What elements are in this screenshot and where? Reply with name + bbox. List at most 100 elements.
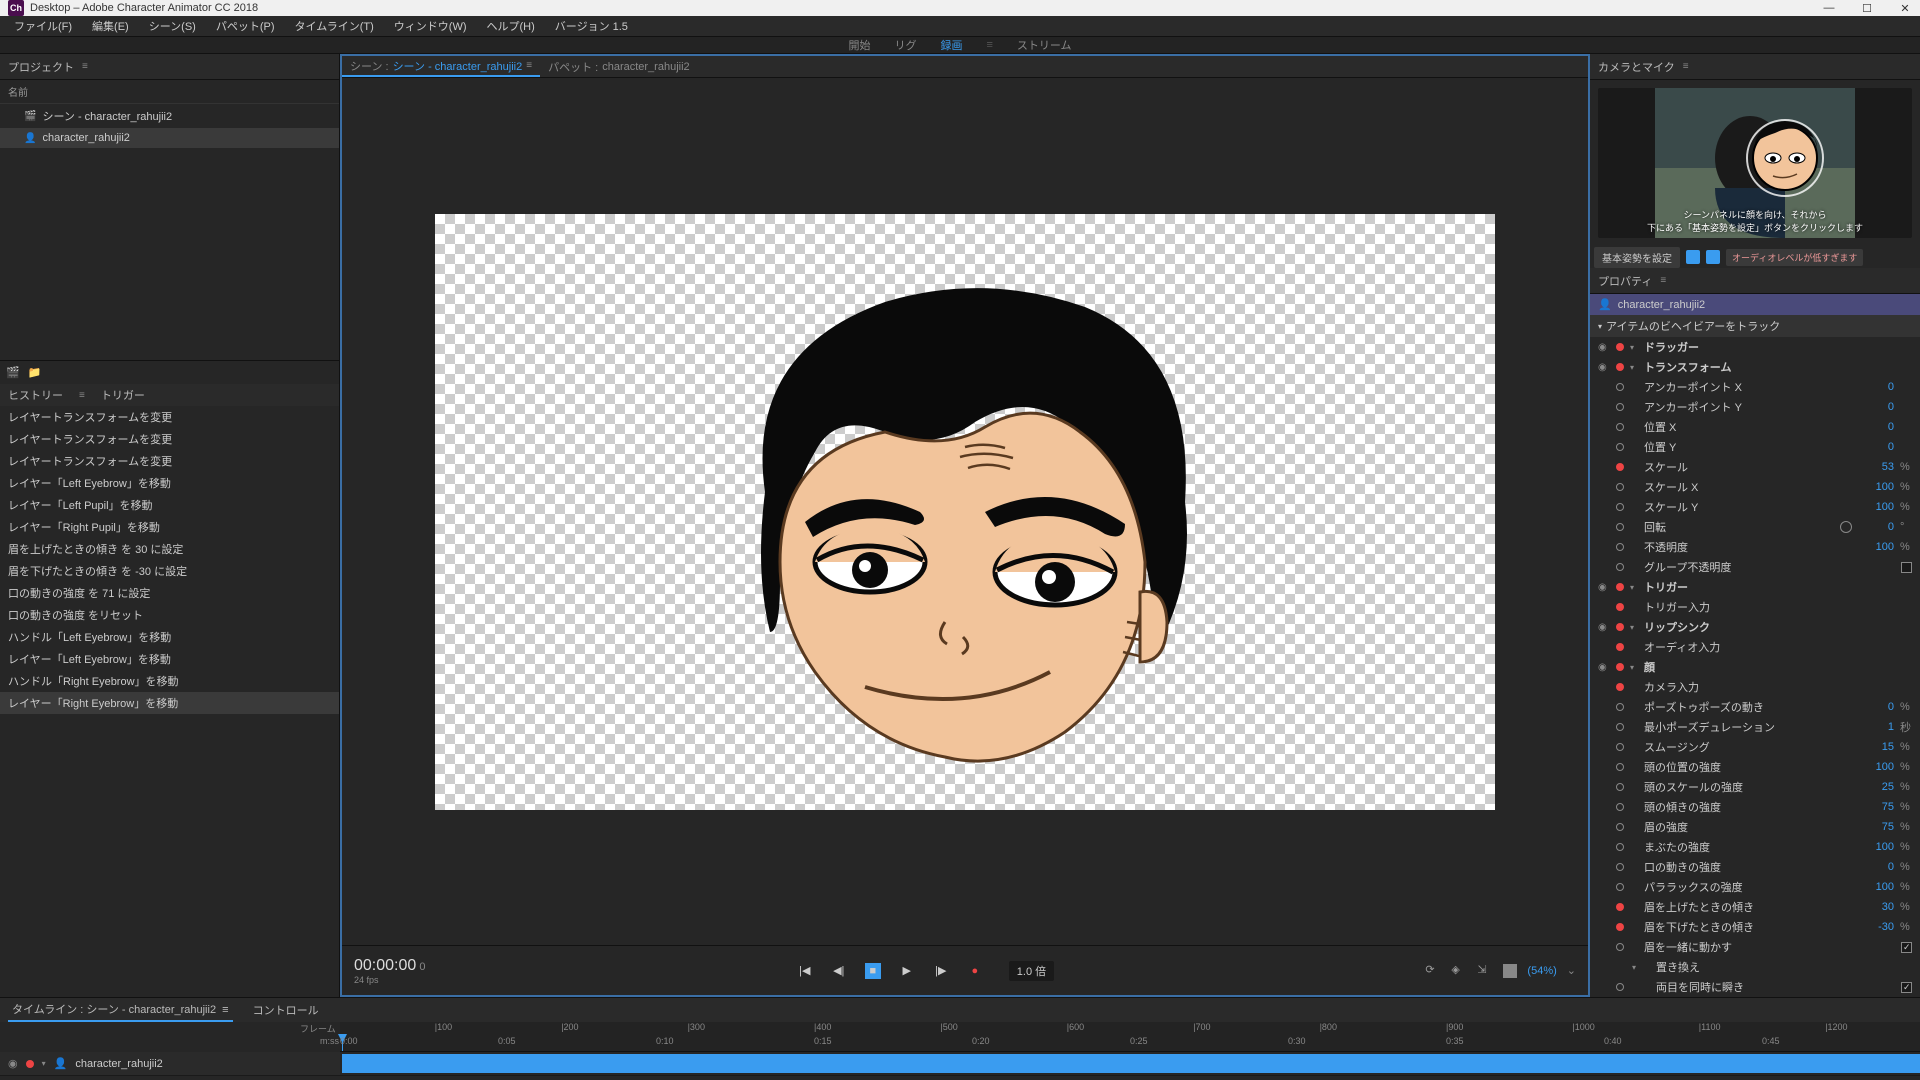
record-arm-icon[interactable] [1616,743,1624,751]
property-row[interactable]: ▾置き換え [1590,957,1920,977]
property-row[interactable]: 眉を一緒に動かす [1590,937,1920,957]
property-row[interactable]: オーディオ入力 [1590,637,1920,657]
property-row[interactable]: スケール53% [1590,457,1920,477]
close-button[interactable]: ✕ [1898,1,1912,15]
history-item[interactable]: レイヤー「Left Pupil」を移動 [0,494,339,516]
menu-window[interactable]: ウィンドウ(W) [386,16,475,36]
timeline-track[interactable]: ◉ ▾ 👤 character_rahujii2 [0,1052,1920,1076]
workspace-start[interactable]: 開始 [848,37,870,53]
property-row[interactable]: アンカーポイント Y0 [1590,397,1920,417]
property-value[interactable]: 0 [1858,421,1894,433]
visibility-icon[interactable]: ◉ [1598,362,1610,373]
record-arm-icon[interactable] [1616,863,1624,871]
history-item[interactable]: レイヤー「Right Pupil」を移動 [0,516,339,538]
checker-icon[interactable] [1503,964,1517,978]
history-item[interactable]: 口の動きの強度 をリセット [0,604,339,626]
panel-menu-icon[interactable]: ≡ [526,60,532,71]
workspace-record[interactable]: 録画 [940,37,962,53]
property-group-header[interactable]: ◉▾トリガー [1590,577,1920,597]
property-value[interactable]: 100 [1858,761,1894,773]
playback-speed[interactable]: 1.0 倍 [1009,961,1054,981]
project-item-scene[interactable]: 🎬 シーン - character_rahujii2 [0,104,339,128]
visibility-icon[interactable]: ◉ [1598,622,1610,633]
history-item[interactable]: 眉を上げたときの傾き を 30 に設定 [0,538,339,560]
record-arm-icon[interactable] [26,1060,34,1068]
stop-button[interactable]: ■ [865,963,881,979]
timeline-ruler[interactable]: |100|200|300|400|500|600|700|800|900|100… [340,1022,1920,1052]
property-group-header[interactable]: ◉▾ドラッガー [1590,337,1920,357]
play-button[interactable]: ▶ [899,963,915,979]
record-button[interactable]: ● [967,963,983,979]
zoom-dropdown-icon[interactable]: ⌄ [1567,964,1576,977]
history-item[interactable]: レイヤートランスフォームを変更 [0,428,339,450]
history-item[interactable]: ハンドル「Right Eyebrow」を移動 [0,670,339,692]
step-back-button[interactable]: ◀| [831,963,847,979]
property-row[interactable]: 不透明度100% [1590,537,1920,557]
property-row[interactable]: 位置 Y0 [1590,437,1920,457]
tab-trigger[interactable]: トリガー [101,387,145,403]
panel-menu-icon[interactable]: ≡ [82,61,88,72]
property-row[interactable]: 頭の位置の強度100% [1590,757,1920,777]
panel-menu-icon[interactable]: ≡ [79,390,85,401]
record-arm-icon[interactable] [1616,843,1624,851]
property-value[interactable]: 53 [1858,461,1894,473]
track-clip[interactable] [342,1054,1920,1073]
minimize-button[interactable]: — [1822,1,1836,15]
track-behaviors-section[interactable]: ▾ アイテムのビヘイビアーをトラック [1590,315,1920,337]
property-value[interactable]: 0 [1858,861,1894,873]
history-item[interactable]: レイヤー「Left Eyebrow」を移動 [0,648,339,670]
record-arm-icon[interactable] [1616,523,1624,531]
property-group-header[interactable]: ◉▾トランスフォーム [1590,357,1920,377]
timecode[interactable]: 00:00:00 [354,957,416,974]
record-arm-icon[interactable] [1616,823,1624,831]
property-value[interactable]: 100 [1858,501,1894,513]
history-item[interactable]: レイヤー「Right Eyebrow」を移動 [0,692,339,714]
property-value[interactable]: 75 [1858,821,1894,833]
property-row[interactable]: 位置 X0 [1590,417,1920,437]
property-checkbox[interactable] [1901,982,1912,993]
visibility-icon[interactable]: ◉ [1598,342,1610,353]
chevron-down-icon[interactable]: ▾ [42,1059,46,1068]
property-row[interactable]: スケール Y100% [1590,497,1920,517]
workspace-rig[interactable]: リグ [894,37,916,53]
record-arm-icon[interactable] [1616,583,1624,591]
property-row[interactable]: 眉を下げたときの傾き-30% [1590,917,1920,937]
export-icon[interactable]: ⇲ [1477,963,1493,979]
property-row[interactable]: 頭のスケールの強度25% [1590,777,1920,797]
camera-toggle-icon[interactable] [1686,250,1700,264]
refresh-icon[interactable]: ⟳ [1425,963,1441,979]
property-value[interactable]: 100 [1858,881,1894,893]
set-rest-pose-button[interactable]: 基本姿勢を設定 [1594,247,1680,268]
menu-file[interactable]: ファイル(F) [6,16,80,36]
record-arm-icon[interactable] [1616,603,1624,611]
workspace-stream[interactable]: ストリーム [1017,37,1072,53]
property-checkbox[interactable] [1901,942,1912,953]
property-value[interactable]: -30 [1858,921,1894,933]
record-arm-icon[interactable] [1616,783,1624,791]
record-arm-icon[interactable] [1616,883,1624,891]
scene-tab[interactable]: シーン : シーン - character_rahujii2 ≡ [342,56,540,77]
mic-toggle-icon[interactable] [1706,250,1720,264]
property-row[interactable]: パララックスの強度100% [1590,877,1920,897]
step-forward-button[interactable]: |▶ [933,963,949,979]
property-value[interactable]: 0 [1858,441,1894,453]
property-value[interactable]: 100 [1858,841,1894,853]
property-row[interactable]: 口の動きの強度0% [1590,857,1920,877]
property-value[interactable]: 0 [1858,401,1894,413]
record-arm-icon[interactable] [1616,563,1624,571]
panel-menu-icon[interactable]: ≡ [1683,61,1689,72]
record-arm-icon[interactable] [1616,503,1624,511]
property-value[interactable]: 30 [1858,901,1894,913]
menu-timeline[interactable]: タイムライン(T) [287,16,382,36]
property-row[interactable]: アンカーポイント X0 [1590,377,1920,397]
property-puppet-header[interactable]: 👤 character_rahujii2 [1590,294,1920,315]
controls-tab[interactable]: コントロール [249,999,323,1021]
property-row[interactable]: グループ不透明度 [1590,557,1920,577]
property-row[interactable]: 頭の傾きの強度75% [1590,797,1920,817]
property-group-header[interactable]: ◉▾リップシンク [1590,617,1920,637]
panel-menu-icon[interactable]: ≡ [1660,275,1666,286]
property-value[interactable]: 25 [1858,781,1894,793]
history-item[interactable]: 口の動きの強度 を 71 に設定 [0,582,339,604]
history-item[interactable]: ハンドル「Left Eyebrow」を移動 [0,626,339,648]
project-item-puppet[interactable]: 👤 character_rahujii2 [0,128,339,148]
